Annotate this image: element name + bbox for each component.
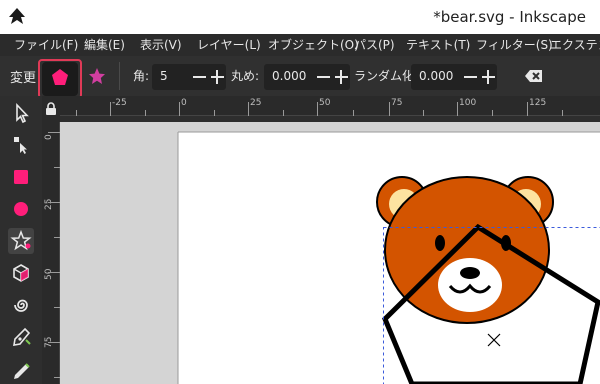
drawing-layer — [177, 131, 600, 384]
bear-left-eye — [435, 235, 445, 251]
bear-nose — [460, 267, 480, 279]
rotation-center-marker[interactable] — [487, 333, 501, 347]
